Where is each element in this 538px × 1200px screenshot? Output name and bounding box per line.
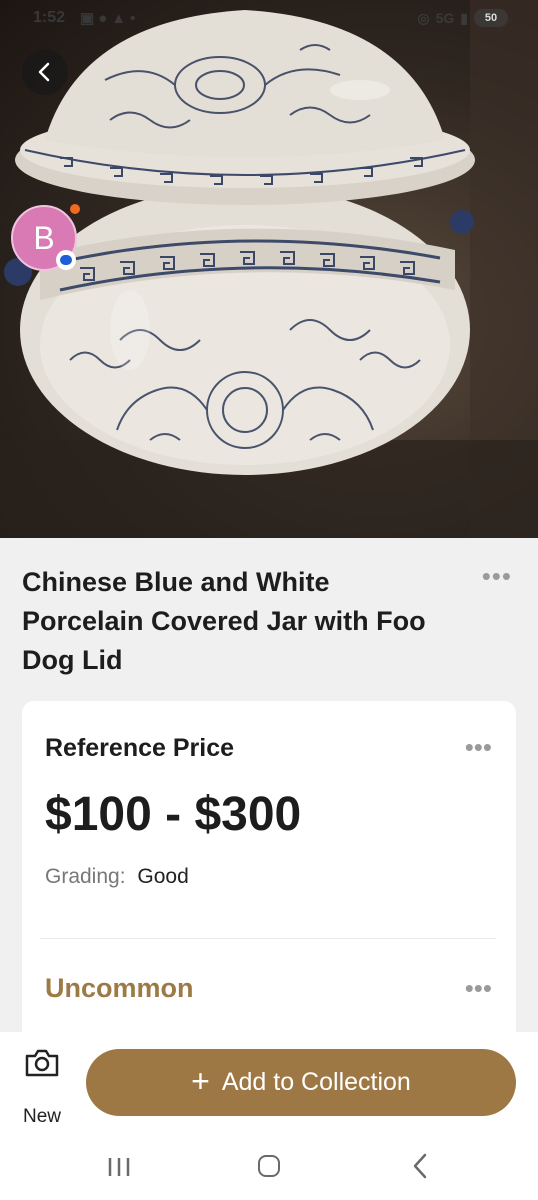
plus-icon: + bbox=[191, 1063, 210, 1099]
jar-illustration bbox=[0, 0, 538, 538]
home-icon[interactable] bbox=[258, 1155, 280, 1177]
alert-icon: ▲ bbox=[111, 10, 131, 27]
battery-icon: 50 bbox=[474, 9, 508, 27]
item-title: Chinese Blue and White Porcelain Covered… bbox=[22, 567, 426, 675]
notification-dot bbox=[70, 204, 80, 214]
camera-icon bbox=[25, 1049, 59, 1077]
nav-back-icon[interactable] bbox=[410, 1152, 430, 1180]
dot-icon: • bbox=[130, 10, 140, 27]
chat-badge-icon bbox=[56, 250, 76, 270]
status-bar: 1:52 ▣●▲• ◎ 5G ▮ 50 bbox=[0, 0, 538, 38]
reference-price-card: Reference Price ••• $100 - $300 Grading:… bbox=[22, 701, 516, 1061]
grading-value: Good bbox=[137, 865, 189, 888]
messenger-icon: ● bbox=[98, 10, 112, 27]
signal-icon: ▮ bbox=[460, 9, 468, 26]
grading-row: Grading: Good bbox=[45, 865, 189, 889]
new-scan-button[interactable]: New bbox=[18, 1046, 68, 1127]
system-nav-bar bbox=[0, 1132, 538, 1200]
avatar-initial: B bbox=[33, 219, 55, 256]
rarity-label: Uncommon bbox=[45, 973, 194, 1003]
chevron-left-icon bbox=[38, 62, 50, 82]
screenshot-icon: ▣ bbox=[80, 10, 99, 27]
notification-icons: ▣●▲• bbox=[80, 9, 139, 27]
grading-label: Grading: bbox=[45, 865, 126, 888]
network-label: 5G bbox=[435, 10, 455, 26]
price-range: $100 - $300 bbox=[45, 788, 302, 841]
system-icons: ◎ 5G ▮ 50 bbox=[417, 9, 508, 27]
bottom-action-bar: New + Add to Collection bbox=[0, 1032, 538, 1132]
divider bbox=[40, 938, 496, 939]
recents-icon[interactable] bbox=[107, 1156, 131, 1178]
price-more-options-icon[interactable]: ••• bbox=[465, 734, 492, 760]
back-button[interactable] bbox=[22, 49, 68, 95]
hotspot-icon: ◎ bbox=[417, 9, 430, 26]
item-detail-screen: 1:52 ▣●▲• ◎ 5G ▮ 50 B Chinese Blue and W… bbox=[0, 0, 538, 1200]
new-label: New bbox=[23, 1106, 62, 1127]
card-title: Reference Price bbox=[45, 734, 235, 762]
add-to-collection-label: Add to Collection bbox=[221, 1068, 411, 1096]
title-more-options-icon[interactable]: ••• bbox=[482, 563, 512, 589]
add-to-collection-button[interactable]: + Add to Collection bbox=[86, 1049, 516, 1116]
item-photo[interactable] bbox=[0, 0, 538, 538]
rarity-more-options-icon[interactable]: ••• bbox=[465, 975, 492, 1001]
status-time: 1:52 bbox=[33, 9, 66, 26]
